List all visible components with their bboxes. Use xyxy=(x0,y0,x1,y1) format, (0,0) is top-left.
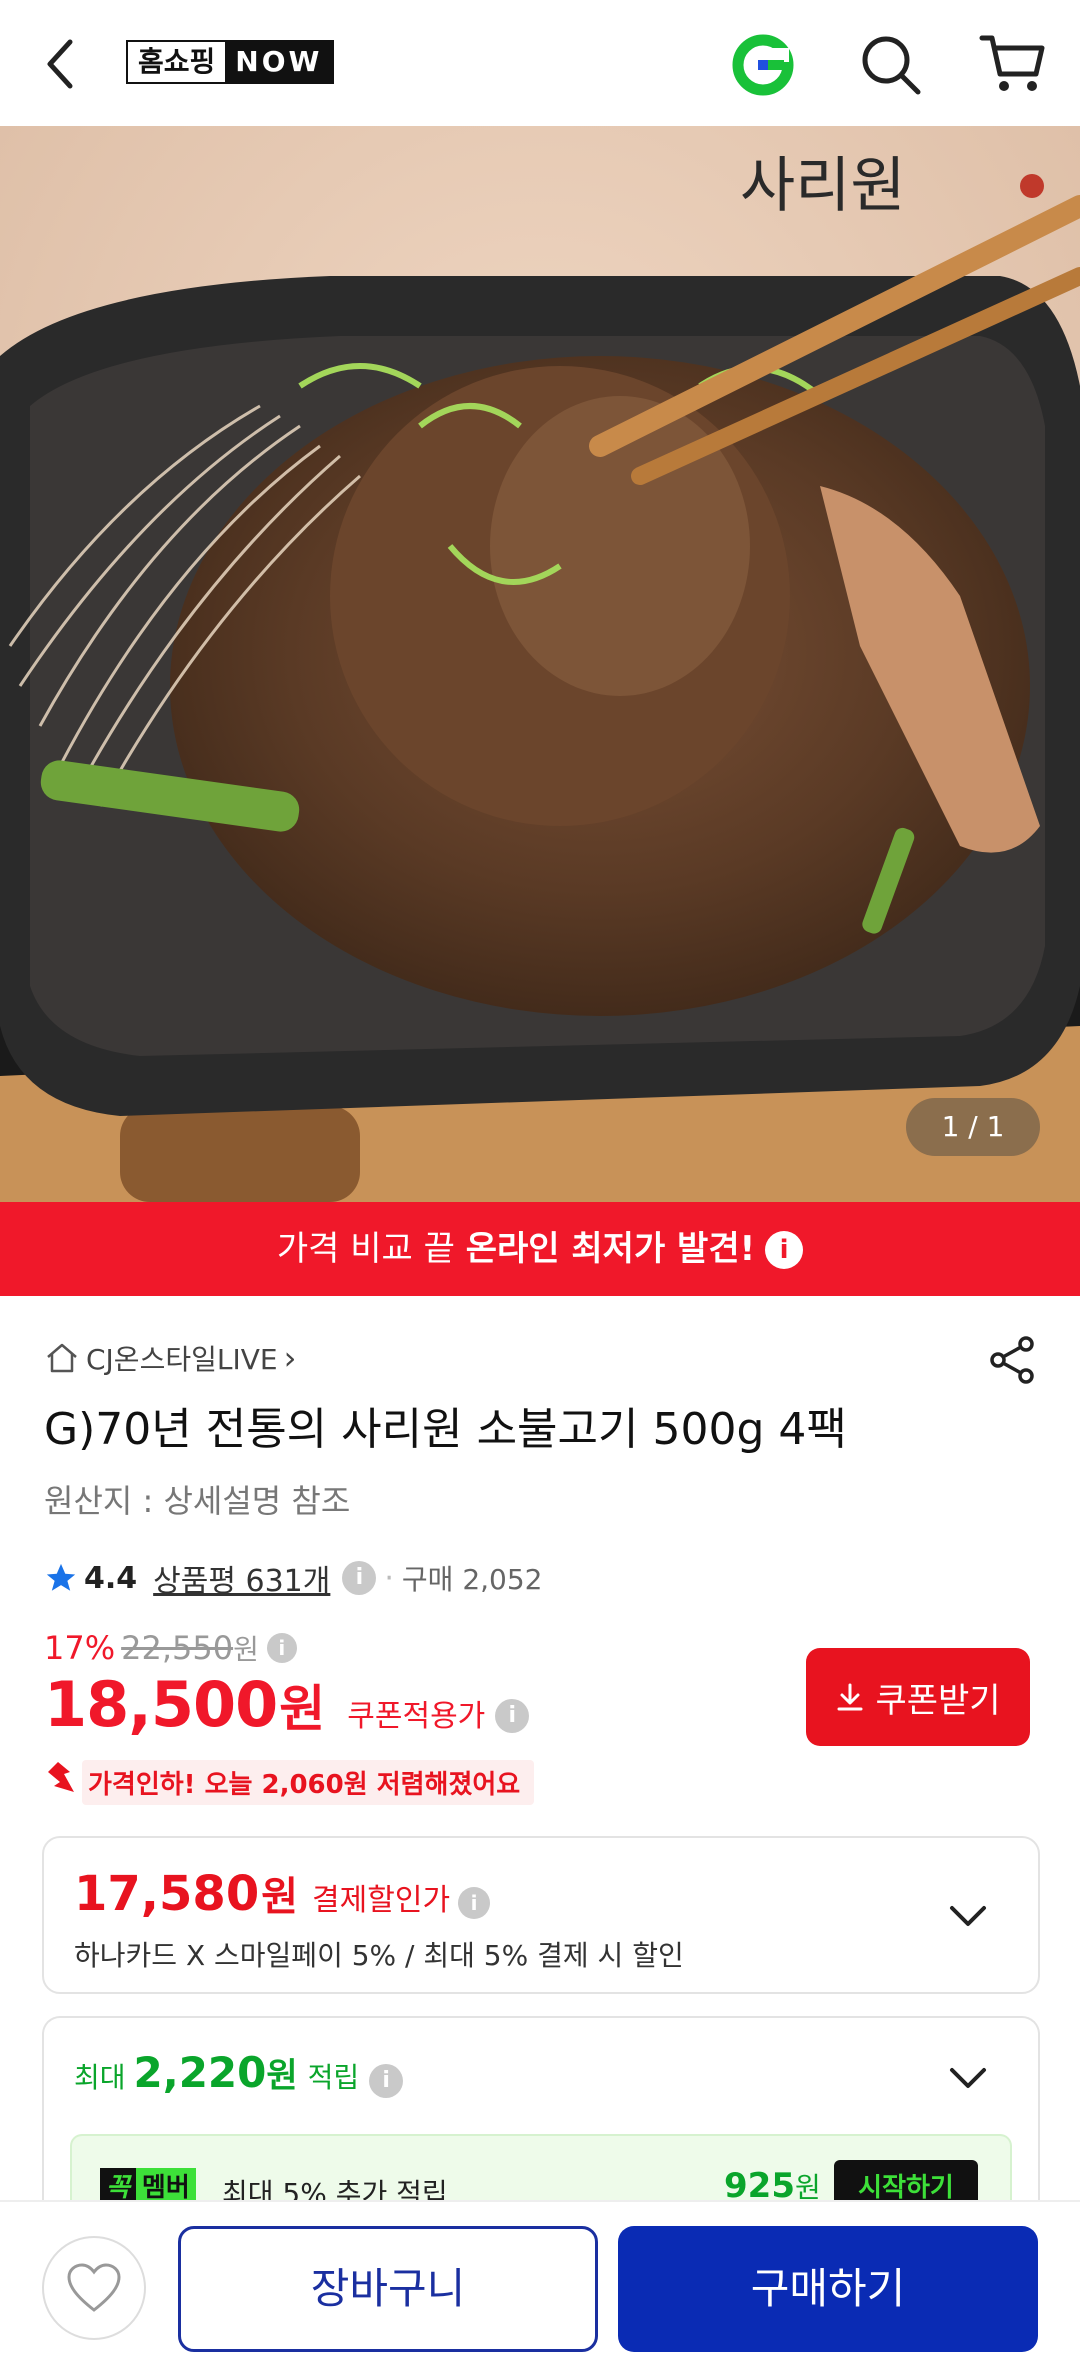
banner-bold-text: 온라인 최저가 발견! xyxy=(465,1229,756,1269)
points-summary: 최대 2,220 원 적립 i xyxy=(74,2048,404,2098)
logo-text-1: 홈쇼핑 xyxy=(128,42,226,82)
info-icon[interactable]: i xyxy=(765,1231,804,1269)
discount-row: 17% 22,550 원 i xyxy=(44,1628,297,1668)
points-amount: 2,220 xyxy=(133,2048,267,2097)
reviews-link[interactable]: 상품평 631개 xyxy=(153,1556,330,1600)
points-suffix: 적립 xyxy=(307,2061,360,2094)
info-icon[interactable]: i xyxy=(266,1633,297,1663)
product-origin: 원산지 : 상세설명 참조 xyxy=(44,1482,351,1520)
rating-row: 4.4 상품평 631개 i · 구매 2,052 xyxy=(44,1556,543,1600)
home-icon xyxy=(47,1343,77,1373)
product-image[interactable]: 사리원 1 / 1 xyxy=(0,126,1080,1202)
points-prefix: 최대 xyxy=(74,2061,126,2094)
original-price: 22,550 xyxy=(121,1629,234,1667)
arrow-down-icon xyxy=(48,1762,74,1792)
payment-price: 17,580 원 결제할인가 i xyxy=(74,1864,491,1922)
bottom-action-bar: 장바구니 구매하기 xyxy=(0,2200,1080,2373)
lowest-price-banner[interactable]: 가격 비교 끝 온라인 최저가 발견! i xyxy=(0,1202,1080,1296)
rating-score: 4.4 xyxy=(84,1560,138,1596)
price-unit: 원 xyxy=(279,1680,326,1738)
logo-text-2: NOW xyxy=(225,42,333,82)
search-icon[interactable] xyxy=(856,30,926,100)
product-title: G)70년 전통의 사리원 소불고기 500g 4팩 xyxy=(44,1404,847,1455)
wishlist-button[interactable] xyxy=(42,2236,146,2340)
payment-price-label: 결제할인가 xyxy=(312,1883,451,1918)
seller-name: CJ온스타일LIVE xyxy=(86,1343,278,1376)
chevron-right-icon: › xyxy=(283,1339,297,1377)
info-icon[interactable]: i xyxy=(342,1561,377,1595)
info-icon[interactable]: i xyxy=(495,1699,530,1733)
seller-link[interactable]: CJ온스타일LIVE › xyxy=(44,1336,296,1380)
brand-calligraphy: 사리원 xyxy=(740,151,906,221)
sale-price: 18,500 원 쿠폰적용가 i xyxy=(44,1668,530,1741)
payment-description: 하나카드 X 스마일페이 5% / 최대 5% 결제 시 할인 xyxy=(74,1939,684,1972)
original-price-unit: 원 xyxy=(233,1633,259,1666)
separator-dot: · xyxy=(384,1560,394,1596)
points-unit: 원 xyxy=(266,2056,298,2096)
price-value: 18,500 xyxy=(44,1668,278,1741)
bulgogi-photo: 사리원 xyxy=(0,126,1080,1202)
download-icon xyxy=(837,1683,863,1711)
coupon-button-label: 쿠폰받기 xyxy=(875,1680,1001,1721)
banner-text: 가격 비교 끝 xyxy=(276,1229,466,1269)
discount-percent: 17% xyxy=(44,1629,116,1667)
info-icon[interactable]: i xyxy=(369,2064,404,2098)
homeshopping-now-logo[interactable]: 홈쇼핑 NOW xyxy=(126,40,335,84)
price-down-text: 가격인하! 오늘 2,060원 저렴해졌어요 xyxy=(82,1759,535,1805)
info-icon[interactable]: i xyxy=(458,1887,491,1919)
g-logo-icon[interactable] xyxy=(728,30,798,100)
cart-icon[interactable] xyxy=(978,28,1048,98)
back-arrow-icon[interactable] xyxy=(40,32,84,96)
top-header: 홈쇼핑 NOW xyxy=(0,0,1080,126)
buy-now-button[interactable]: 구매하기 xyxy=(618,2226,1038,2352)
add-to-cart-button[interactable]: 장바구니 xyxy=(178,2226,598,2352)
price-label: 쿠폰적용가 xyxy=(347,1699,486,1734)
payment-price-unit: 원 xyxy=(261,1874,299,1920)
coupon-button[interactable]: 쿠폰받기 xyxy=(806,1648,1030,1746)
share-icon[interactable] xyxy=(986,1334,1038,1386)
chevron-down-icon[interactable] xyxy=(948,2066,988,2090)
heart-icon xyxy=(67,2263,121,2312)
price-down-notice: 가격인하! 오늘 2,060원 저렴해졌어요 xyxy=(44,1759,535,1805)
payment-price-value: 17,580 xyxy=(74,1866,260,1922)
star-icon xyxy=(46,1563,76,1591)
chevron-down-icon[interactable] xyxy=(948,1904,988,1928)
payment-discount-card[interactable]: 17,580 원 결제할인가 i 하나카드 X 스마일페이 5% / 최대 5%… xyxy=(42,1836,1040,1994)
purchase-count: 구매 2,052 xyxy=(401,1563,543,1596)
image-counter: 1 / 1 xyxy=(906,1098,1040,1156)
